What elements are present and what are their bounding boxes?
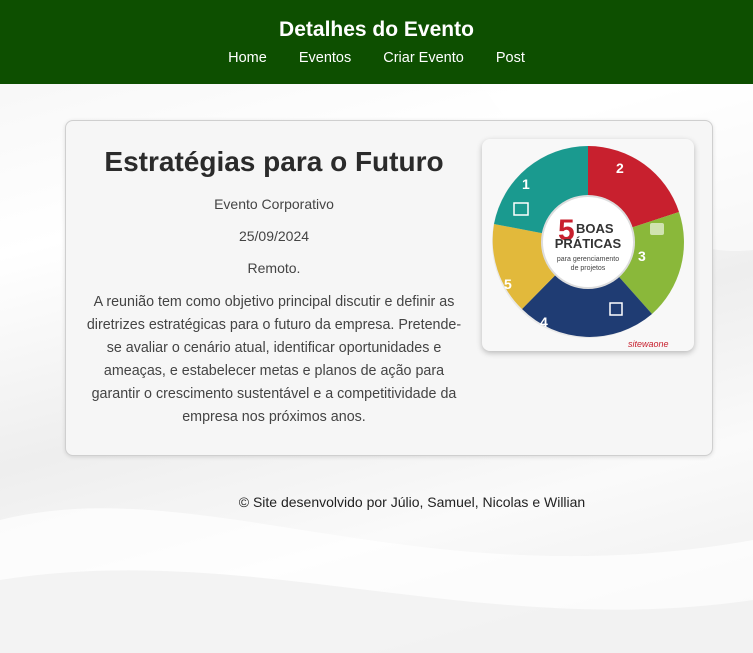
people-icon [650,223,664,235]
event-image: 5 BOAS PRÁTICAS para gerenciamento de pr… [482,139,694,351]
event-description: A reunião tem como objetivo principal di… [86,294,462,425]
nav-criar-evento-link[interactable]: Criar Evento [367,49,480,67]
page-title: Detalhes do Evento [279,18,474,41]
event-location: Remoto. [247,260,301,276]
center-line2: PRÁTICAS [555,236,622,251]
brand-logo: sitewaone [628,339,669,349]
main-nav: Home Eventos Criar Evento Post [0,49,753,67]
event-details: Estratégias para o Futuro Evento Corpora… [84,143,464,429]
nav-eventos-link[interactable]: Eventos [283,49,367,67]
project-practices-graphic: 5 BOAS PRÁTICAS para gerenciamento de pr… [492,146,684,349]
site-header: Detalhes do Evento Home Eventos Criar Ev… [0,0,753,84]
event-category: Evento Corporativo [214,196,334,212]
segment-number-2: 2 [616,160,624,176]
segment-number-4: 4 [540,314,548,330]
event-title: Estratégias para o Futuro [104,146,444,177]
segment-number-1: 1 [522,176,530,192]
center-sub1: para gerenciamento [557,256,619,263]
segment-number-3: 3 [638,248,646,264]
center-line1: BOAS [576,221,614,236]
nav-post-link[interactable]: Post [480,49,541,67]
center-sub2: de projetos [571,265,606,272]
event-date: 25/09/2024 [238,228,310,244]
nav-home-link[interactable]: Home [212,49,283,67]
site-footer: © Site desenvolvido por Júlio, Samuel, N… [238,494,586,510]
segment-number-5: 5 [504,276,512,292]
event-card: Estratégias para o Futuro Evento Corpora… [65,120,713,456]
